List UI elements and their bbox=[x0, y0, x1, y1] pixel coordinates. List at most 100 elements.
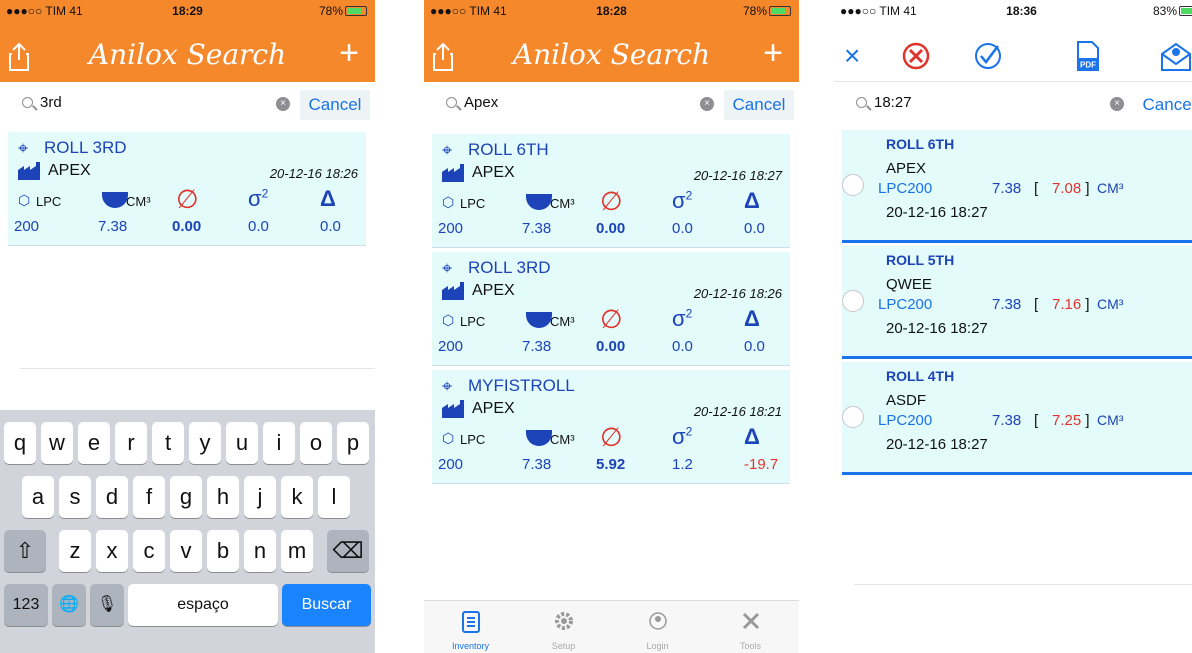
key-y[interactable]: y bbox=[189, 422, 221, 464]
selectable-row[interactable]: ROLL 5TH QWEE LPC200 7.38 [ 7.16 ] CM³ 2… bbox=[842, 246, 1192, 359]
battery: 78% bbox=[743, 4, 791, 18]
sigma-exponent: 2 bbox=[685, 424, 693, 439]
key-u[interactable]: u bbox=[226, 422, 258, 464]
radio-button[interactable] bbox=[842, 290, 864, 312]
search-screen-3rd: ●●●○○ TIM 41 18:29 78% Anilox Search + 3… bbox=[0, 0, 375, 653]
search-input[interactable]: 18:27 bbox=[874, 94, 912, 111]
key-t[interactable]: t bbox=[152, 422, 184, 464]
volume-value: 7.38 bbox=[522, 456, 552, 473]
mic-key[interactable]: 🎙 bbox=[90, 584, 124, 626]
globe-key[interactable]: 🌐 bbox=[52, 584, 86, 626]
tab-tools[interactable]: Tools bbox=[704, 601, 797, 653]
delta-icon: Δ bbox=[744, 188, 760, 213]
close-button[interactable]: × bbox=[844, 40, 860, 72]
unit: CM³ bbox=[1097, 180, 1124, 196]
key-k[interactable]: k bbox=[281, 476, 313, 518]
deselect-icon[interactable] bbox=[900, 40, 932, 72]
metric-values: 200 7.38 0.00 0.0 0.0 bbox=[432, 220, 782, 242]
key-s[interactable]: s bbox=[59, 476, 91, 518]
email-icon[interactable] bbox=[1160, 40, 1192, 72]
selectable-row[interactable]: ROLL 6TH APEX LPC200 7.38 [ 7.08 ] CM³ 2… bbox=[842, 130, 1192, 243]
key-f[interactable]: f bbox=[133, 476, 165, 518]
key-p[interactable]: p bbox=[337, 422, 369, 464]
roll-card[interactable]: ⌖ ROLL 3RD APEX 20-12-16 18:26 ⬡ LPC CM³… bbox=[8, 132, 366, 246]
clear-icon[interactable]: × bbox=[1110, 97, 1124, 111]
lpc-number: 200 bbox=[907, 296, 933, 313]
delta-value: 0.0 bbox=[744, 338, 765, 355]
tab-setup[interactable]: Setup bbox=[517, 601, 610, 653]
key-q[interactable]: q bbox=[4, 422, 36, 464]
tab-bar: Inventory Setup Login Tools bbox=[424, 600, 799, 653]
roll-name: ROLL 3RD bbox=[44, 138, 127, 157]
cancel-button[interactable]: Cancel bbox=[300, 90, 370, 120]
key-l[interactable]: l bbox=[318, 476, 350, 518]
key-a[interactable]: a bbox=[22, 476, 54, 518]
lpc-label: LPC bbox=[878, 180, 908, 197]
sigma-symbol: σ bbox=[672, 306, 686, 331]
cancel-button[interactable]: Cancel bbox=[1134, 90, 1192, 120]
key-e[interactable]: e bbox=[78, 422, 110, 464]
sigma-exponent: 2 bbox=[685, 188, 693, 203]
key-h[interactable]: h bbox=[207, 476, 239, 518]
tab-login[interactable]: Login bbox=[611, 601, 704, 653]
key-o[interactable]: o bbox=[300, 422, 332, 464]
search-input[interactable]: 3rd bbox=[40, 94, 62, 111]
volume-value: 7.38 bbox=[992, 180, 1022, 197]
cancel-button[interactable]: Cancel bbox=[724, 90, 794, 120]
key-i[interactable]: i bbox=[263, 422, 295, 464]
key-j[interactable]: j bbox=[244, 476, 276, 518]
radio-button[interactable] bbox=[842, 174, 864, 196]
key-w[interactable]: w bbox=[41, 422, 73, 464]
timestamp: 20-12-16 18:27 bbox=[886, 204, 988, 221]
diameter-icon: ∅ bbox=[600, 422, 623, 452]
key-b[interactable]: b bbox=[207, 530, 239, 572]
search-input[interactable]: Apex bbox=[464, 94, 498, 111]
pdf-icon[interactable]: PDF bbox=[1072, 40, 1104, 72]
lpc-value: LPC200 bbox=[878, 412, 932, 429]
roll-name: ROLL 3RD bbox=[468, 258, 551, 277]
space-key[interactable]: espaço bbox=[128, 584, 278, 626]
key-m[interactable]: m bbox=[281, 530, 313, 572]
key-v[interactable]: v bbox=[170, 530, 202, 572]
search-bar: Apex × Cancel bbox=[424, 84, 799, 126]
backspace-key[interactable]: ⌫ bbox=[327, 530, 369, 572]
roll-name: MYFISTROLL bbox=[468, 376, 575, 395]
add-button[interactable]: + bbox=[763, 34, 783, 73]
clear-icon[interactable]: × bbox=[276, 97, 290, 111]
roll-card[interactable]: ⌖ ROLL 3RD APEX 20-12-16 18:26 ⬡ LPC CM³… bbox=[432, 252, 790, 366]
nav-bar: ●●●○○ TIM 41 18:29 78% Anilox Search + bbox=[0, 0, 375, 82]
radio-button[interactable] bbox=[842, 406, 864, 428]
battery-icon bbox=[769, 6, 791, 16]
volume-cup-icon bbox=[526, 430, 552, 446]
key-g[interactable]: g bbox=[170, 476, 202, 518]
sigma-symbol: σ bbox=[672, 424, 686, 449]
add-button[interactable]: + bbox=[339, 34, 359, 73]
key-z[interactable]: z bbox=[59, 530, 91, 572]
numbers-key[interactable]: 123 bbox=[4, 584, 48, 626]
key-c[interactable]: c bbox=[133, 530, 165, 572]
select-all-icon[interactable] bbox=[972, 40, 1004, 72]
divider bbox=[854, 584, 1192, 585]
roll-name: ROLL 6TH bbox=[886, 136, 955, 152]
key-x[interactable]: x bbox=[96, 530, 128, 572]
roll-card[interactable]: ⌖ ROLL 6TH APEX 20-12-16 18:27 ⬡ LPC CM³… bbox=[432, 134, 790, 248]
metric-headers: ⬡ LPC CM³ ∅ σ2 Δ bbox=[438, 422, 788, 452]
key-r[interactable]: r bbox=[115, 422, 147, 464]
roll-card[interactable]: ⌖ MYFISTROLL APEX 20-12-16 18:21 ⬡ LPC C… bbox=[432, 370, 790, 484]
factory-icon bbox=[442, 282, 464, 300]
gear-icon bbox=[555, 612, 573, 630]
clear-icon[interactable]: × bbox=[700, 97, 714, 111]
measured-value: 7.16 ] bbox=[1052, 296, 1090, 313]
timestamp: 20-12-16 18:27 bbox=[886, 436, 988, 453]
selection-screen: ●●●○○ TIM 41 18:36 83% × PDF 18:27 × Can… bbox=[834, 0, 1192, 653]
volume-value: 7.38 bbox=[98, 218, 128, 235]
tab-inventory[interactable]: Inventory bbox=[424, 601, 517, 653]
selectable-row[interactable]: ROLL 4TH ASDF LPC200 7.38 [ 7.25 ] CM³ 2… bbox=[842, 362, 1192, 475]
key-n[interactable]: n bbox=[244, 530, 276, 572]
key-d[interactable]: d bbox=[96, 476, 128, 518]
sigma-symbol: σ bbox=[248, 186, 262, 211]
delta-icon: Δ bbox=[744, 306, 760, 331]
bracket-open: [ bbox=[1034, 296, 1039, 313]
search-key[interactable]: Buscar bbox=[282, 584, 371, 626]
shift-key[interactable]: ⇧ bbox=[4, 530, 46, 572]
